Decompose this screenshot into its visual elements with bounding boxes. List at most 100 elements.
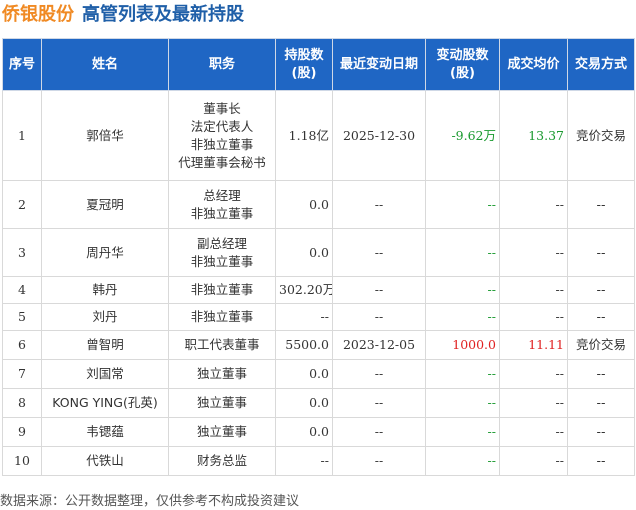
company-name: 侨银股份 bbox=[2, 4, 74, 25]
data-source-note: 数据来源：公开数据整理，仅供参考不构成投资建议 bbox=[0, 494, 300, 509]
cell-name: 郭倍华 bbox=[41, 90, 169, 181]
cell-name: KONG YING(孔英) bbox=[41, 388, 169, 418]
table-row: 6 曾智明 职工代表董事 5500.0 2023-12-05 1000.0 11.11 竞价交… bbox=[2, 330, 635, 360]
cell-method: -- bbox=[567, 359, 635, 389]
cell-shares: -- bbox=[275, 303, 333, 331]
cell-seq: 7 bbox=[2, 359, 42, 389]
cell-date: 2023-12-05 bbox=[332, 330, 426, 360]
cell-change: -- bbox=[425, 228, 500, 277]
position-line: 非独立董事 bbox=[190, 205, 254, 221]
cell-change: -- bbox=[425, 417, 500, 447]
cell-shares: 1.18亿 bbox=[275, 90, 333, 181]
cell-change: -- bbox=[425, 388, 500, 418]
header-name: 姓名 bbox=[41, 38, 169, 91]
cell-seq: 1 bbox=[2, 90, 42, 181]
cell-change: -- bbox=[425, 276, 500, 304]
table-row: 3 周丹华 副总经理 非独立董事 0.0 -- -- -- -- bbox=[2, 228, 635, 277]
cell-method: -- bbox=[567, 303, 635, 331]
cell-shares: 0.0 bbox=[275, 180, 333, 229]
cell-position: 副总经理 非独立董事 bbox=[168, 228, 276, 277]
table-row: 8 KONG YING(孔英) 独立董事 0.0 -- -- -- -- bbox=[2, 388, 635, 418]
cell-price: -- bbox=[499, 303, 568, 331]
cell-change: -- bbox=[425, 446, 500, 476]
cell-shares: 5500.0 bbox=[275, 330, 333, 360]
position-line: 非独立董事 bbox=[190, 282, 254, 297]
position-line: 非独立董事 bbox=[190, 136, 254, 152]
table-row: 7 刘国常 独立董事 0.0 -- -- -- -- bbox=[2, 359, 635, 389]
cell-price: -- bbox=[499, 180, 568, 229]
cell-position: 非独立董事 bbox=[168, 276, 276, 304]
header-position: 职务 bbox=[168, 38, 276, 91]
position-line: 非独立董事 bbox=[190, 309, 254, 324]
cell-seq: 10 bbox=[2, 446, 42, 476]
cell-position: 职工代表董事 bbox=[168, 330, 276, 360]
cell-date: -- bbox=[332, 228, 426, 277]
cell-position: 独立董事 bbox=[168, 359, 276, 389]
cell-seq: 4 bbox=[2, 276, 42, 304]
cell-price: -- bbox=[499, 417, 568, 447]
cell-position: 独立董事 bbox=[168, 388, 276, 418]
cell-name: 刘丹 bbox=[41, 303, 169, 331]
cell-date: -- bbox=[332, 446, 426, 476]
cell-price: -- bbox=[499, 228, 568, 277]
cell-change: 1000.0 bbox=[425, 330, 500, 360]
cell-name: 韩丹 bbox=[41, 276, 169, 304]
executive-table: 序号 姓名 职务 持股数 (股) 最近变动日期 变动股数 (股) 成交均价 交易… bbox=[2, 38, 635, 476]
cell-shares: 302.20万 bbox=[275, 276, 333, 304]
cell-position: 财务总监 bbox=[168, 446, 276, 476]
table-row: 9 韦锶蕴 独立董事 0.0 -- -- -- -- bbox=[2, 417, 635, 447]
position-line: 董事长 bbox=[203, 100, 241, 116]
position-line: 总经理 bbox=[203, 187, 241, 203]
cell-shares: -- bbox=[275, 446, 333, 476]
header-price: 成交均价 bbox=[499, 38, 568, 91]
page-subtitle: 高管列表及最新持股 bbox=[82, 4, 244, 25]
cell-change: -- bbox=[425, 359, 500, 389]
position-line: 职工代表董事 bbox=[184, 337, 260, 352]
header-change: 变动股数 (股) bbox=[425, 38, 500, 91]
cell-date: 2025-12-30 bbox=[332, 90, 426, 181]
cell-position: 董事长法定代表人非独立董事代理董事会秘书 bbox=[168, 90, 276, 181]
cell-name: 夏冠明 bbox=[41, 180, 169, 229]
cell-price: -- bbox=[499, 446, 568, 476]
cell-name: 韦锶蕴 bbox=[41, 417, 169, 447]
table-row: 1 郭倍华 董事长 法定代表人 非独立董事 代理董事会秘书 1.18亿 2025-12-30-… bbox=[2, 90, 635, 181]
page-title: 侨银股份 高管列表及最新持股 bbox=[2, 2, 244, 28]
position-line: 代理董事会秘书 bbox=[178, 154, 266, 170]
cell-price: -- bbox=[499, 276, 568, 304]
position-line: 独立董事 bbox=[196, 366, 247, 381]
cell-shares: 0.0 bbox=[275, 359, 333, 389]
cell-shares: 0.0 bbox=[275, 228, 333, 277]
cell-method: -- bbox=[567, 446, 635, 476]
cell-seq: 9 bbox=[2, 417, 42, 447]
cell-change: -- bbox=[425, 180, 500, 229]
cell-method: -- bbox=[567, 228, 635, 277]
position-line: 法定代表人 bbox=[190, 118, 254, 134]
position-line: 独立董事 bbox=[196, 395, 247, 410]
cell-position: 总经理 非独立董事 bbox=[168, 180, 276, 229]
cell-method: 竞价交易 bbox=[567, 90, 635, 181]
cell-date: -- bbox=[332, 359, 426, 389]
cell-name: 曾智明 bbox=[41, 330, 169, 360]
position-line: 财务总监 bbox=[196, 453, 247, 468]
cell-date: -- bbox=[332, 388, 426, 418]
cell-seq: 8 bbox=[2, 388, 42, 418]
cell-method: -- bbox=[567, 276, 635, 304]
cell-change: -9.62万 bbox=[425, 90, 500, 181]
cell-seq: 3 bbox=[2, 228, 42, 277]
header-seq: 序号 bbox=[2, 38, 42, 91]
cell-shares: 0.0 bbox=[275, 417, 333, 447]
cell-seq: 6 bbox=[2, 330, 42, 360]
cell-date: -- bbox=[332, 417, 426, 447]
cell-method: 竞价交易 bbox=[567, 330, 635, 360]
cell-name: 刘国常 bbox=[41, 359, 169, 389]
cell-name: 周丹华 bbox=[41, 228, 169, 277]
table-row: 4 韩丹 非独立董事 302.20万 -- -- -- -- bbox=[2, 276, 635, 304]
position-line: 副总经理 bbox=[196, 235, 247, 251]
cell-price: 13.37 bbox=[499, 90, 568, 181]
position-line: 非独立董事 bbox=[190, 253, 254, 269]
header-date: 最近变动日期 bbox=[332, 38, 426, 91]
cell-seq: 5 bbox=[2, 303, 42, 331]
header-method: 交易方式 bbox=[567, 38, 635, 91]
cell-price: -- bbox=[499, 359, 568, 389]
table-row: 10 代铁山 财务总监 -- -- -- -- -- bbox=[2, 446, 635, 476]
